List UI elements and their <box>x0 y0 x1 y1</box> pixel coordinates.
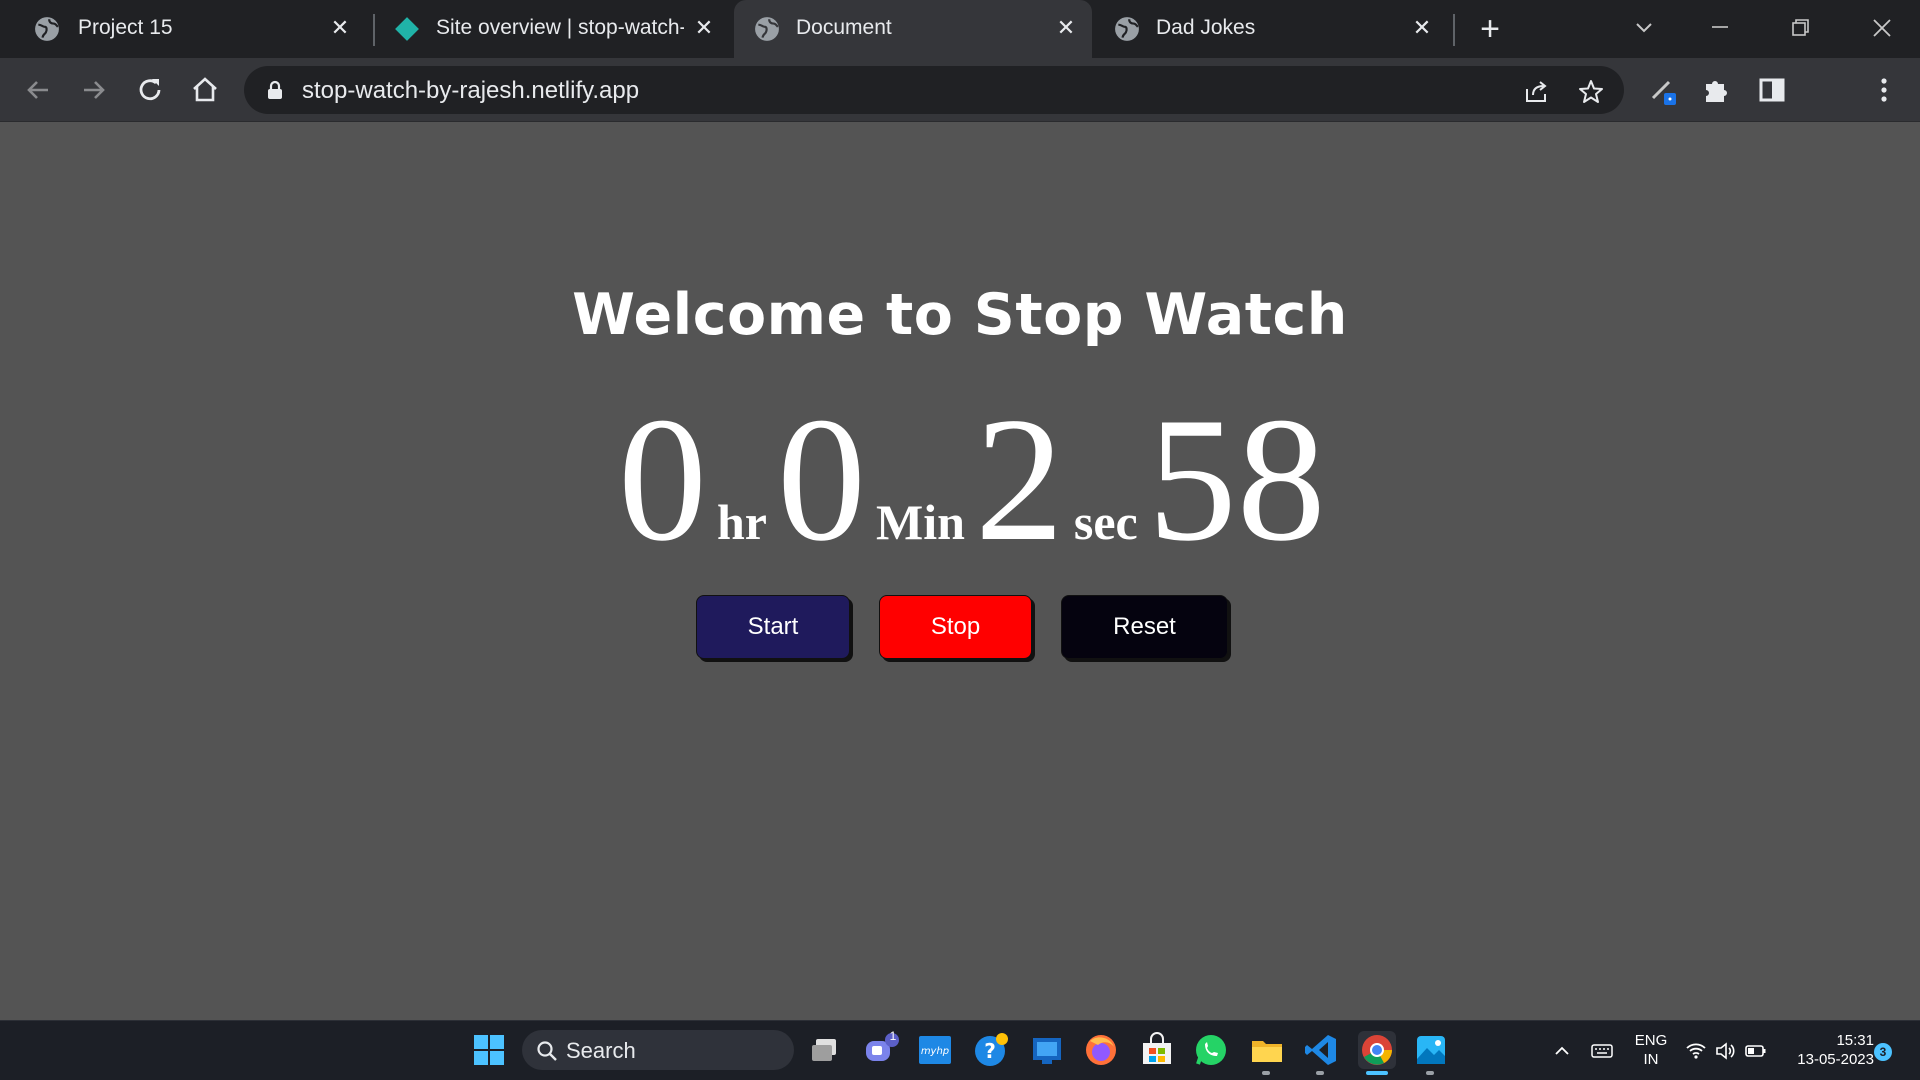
firefox-icon[interactable] <box>1082 1031 1120 1069</box>
minimize-icon[interactable] <box>1700 8 1740 48</box>
search-icon <box>537 1041 557 1061</box>
reset-button[interactable]: Reset <box>1061 595 1228 659</box>
notification-badge[interactable]: 3 <box>1874 1043 1892 1061</box>
tray-date: 13-05-2023 <box>1797 1051 1874 1068</box>
task-view-icon[interactable] <box>806 1031 844 1069</box>
close-tab-icon[interactable]: ✕ <box>1408 14 1436 42</box>
file-explorer-icon[interactable] <box>1248 1031 1286 1069</box>
keyboard-icon[interactable] <box>1590 1039 1614 1063</box>
tab-title: Dad Jokes <box>1156 16 1256 39</box>
page-heading: Welcome to Stop Watch <box>572 282 1348 348</box>
browser-toolbar: stop-watch-by-rajesh.netlify.app <box>0 58 1920 166</box>
tab-title: Project 15 <box>78 16 173 39</box>
extensions-puzzle-icon[interactable] <box>1698 72 1734 108</box>
close-tab-icon[interactable]: ✕ <box>690 14 718 42</box>
address-bar[interactable]: stop-watch-by-rajesh.netlify.app <box>244 66 1624 114</box>
tab-divider <box>373 14 375 46</box>
battery-icon[interactable] <box>1744 1039 1768 1063</box>
microsoft-store-icon[interactable] <box>1138 1031 1176 1069</box>
wifi-icon[interactable] <box>1684 1039 1708 1063</box>
clock-tray[interactable]: 15:31 13-05-2023 <box>1778 1031 1874 1069</box>
netlify-icon <box>395 17 419 41</box>
globe-icon <box>35 17 59 41</box>
language-indicator[interactable]: ENG IN <box>1626 1031 1676 1069</box>
app-running-indicator <box>1316 1071 1324 1075</box>
windows-taskbar: Search 1 myhp ? ENG IN 15:31 13-05-2023 … <box>0 1020 1920 1080</box>
tab-title: Site overview | stop-watch- <box>436 16 684 39</box>
reload-icon[interactable] <box>130 70 170 110</box>
taskbar-search[interactable]: Search <box>522 1030 794 1070</box>
language-code: ENG <box>1634 1032 1668 1049</box>
hours-value: 0 <box>618 380 707 578</box>
seconds-value: 2 <box>974 380 1064 578</box>
minutes-unit: Min <box>876 494 965 550</box>
search-label: Search <box>566 1038 636 1063</box>
seconds-unit: sec <box>1073 494 1138 550</box>
tab-dad-jokes[interactable]: Dad Jokes ✕ <box>1096 0 1448 58</box>
tab-search-chevron-icon[interactable] <box>1624 8 1664 48</box>
whatsapp-icon[interactable] <box>1192 1031 1230 1069</box>
close-window-icon[interactable] <box>1862 8 1902 48</box>
back-arrow-icon[interactable] <box>18 70 58 110</box>
app-running-indicator <box>1262 1071 1270 1075</box>
globe-icon <box>1115 17 1139 41</box>
minutes-value: 0 <box>777 380 866 578</box>
language-region: IN <box>1643 1051 1659 1068</box>
hp-support-icon[interactable] <box>1028 1031 1066 1069</box>
forward-arrow-icon[interactable] <box>74 70 114 110</box>
more-menu-icon[interactable] <box>1866 72 1902 108</box>
tray-time: 15:31 <box>1836 1032 1874 1049</box>
volume-icon[interactable] <box>1714 1039 1738 1063</box>
vscode-icon[interactable] <box>1302 1031 1340 1069</box>
stop-button[interactable]: Stop <box>879 595 1032 659</box>
restore-icon[interactable] <box>1780 8 1820 48</box>
side-panel-icon[interactable] <box>1754 72 1790 108</box>
tab-divider <box>1453 14 1455 46</box>
centiseconds-value: 58 <box>1147 380 1326 578</box>
url-text[interactable]: stop-watch-by-rajesh.netlify.app <box>302 77 639 105</box>
tab-site-overview[interactable]: Site overview | stop-watch- ✕ <box>378 0 730 58</box>
lock-icon[interactable] <box>266 80 284 100</box>
app-active-indicator <box>1366 1071 1388 1075</box>
chevron-up-icon[interactable] <box>1552 1041 1572 1061</box>
home-icon[interactable] <box>185 70 225 110</box>
hp-myhp-icon[interactable]: myhp <box>916 1031 954 1069</box>
close-tab-icon[interactable]: ✕ <box>1052 14 1080 42</box>
chat-badge: 1 <box>889 1029 897 1043</box>
start-button[interactable]: Start <box>696 595 850 659</box>
svg-text:myhp: myhp <box>921 1046 949 1057</box>
help-icon[interactable]: ? <box>972 1031 1010 1069</box>
windows-start-icon[interactable] <box>470 1031 508 1069</box>
hours-unit: hr <box>717 494 767 550</box>
share-icon[interactable] <box>1522 78 1550 106</box>
tab-document[interactable]: Document ✕ <box>734 0 1092 58</box>
app-running-indicator <box>1426 1071 1434 1075</box>
chrome-icon[interactable] <box>1358 1031 1396 1069</box>
bookmark-star-icon[interactable] <box>1577 78 1605 106</box>
tab-title: Document <box>796 16 892 39</box>
stopwatch-display: 0 hr 0 Min 2 sec 58 <box>618 390 1326 590</box>
close-tab-icon[interactable]: ✕ <box>326 14 354 42</box>
new-tab-button[interactable]: + <box>1472 12 1508 48</box>
globe-icon <box>755 17 779 41</box>
photos-icon[interactable] <box>1412 1031 1450 1069</box>
browser-tab-strip: Project 15 ✕ Site overview | stop-watch-… <box>0 0 1920 58</box>
tab-project-15[interactable]: Project 15 ✕ <box>18 0 366 58</box>
svg-text:?: ? <box>984 1039 996 1063</box>
pen-extension-icon[interactable] <box>1645 72 1681 108</box>
